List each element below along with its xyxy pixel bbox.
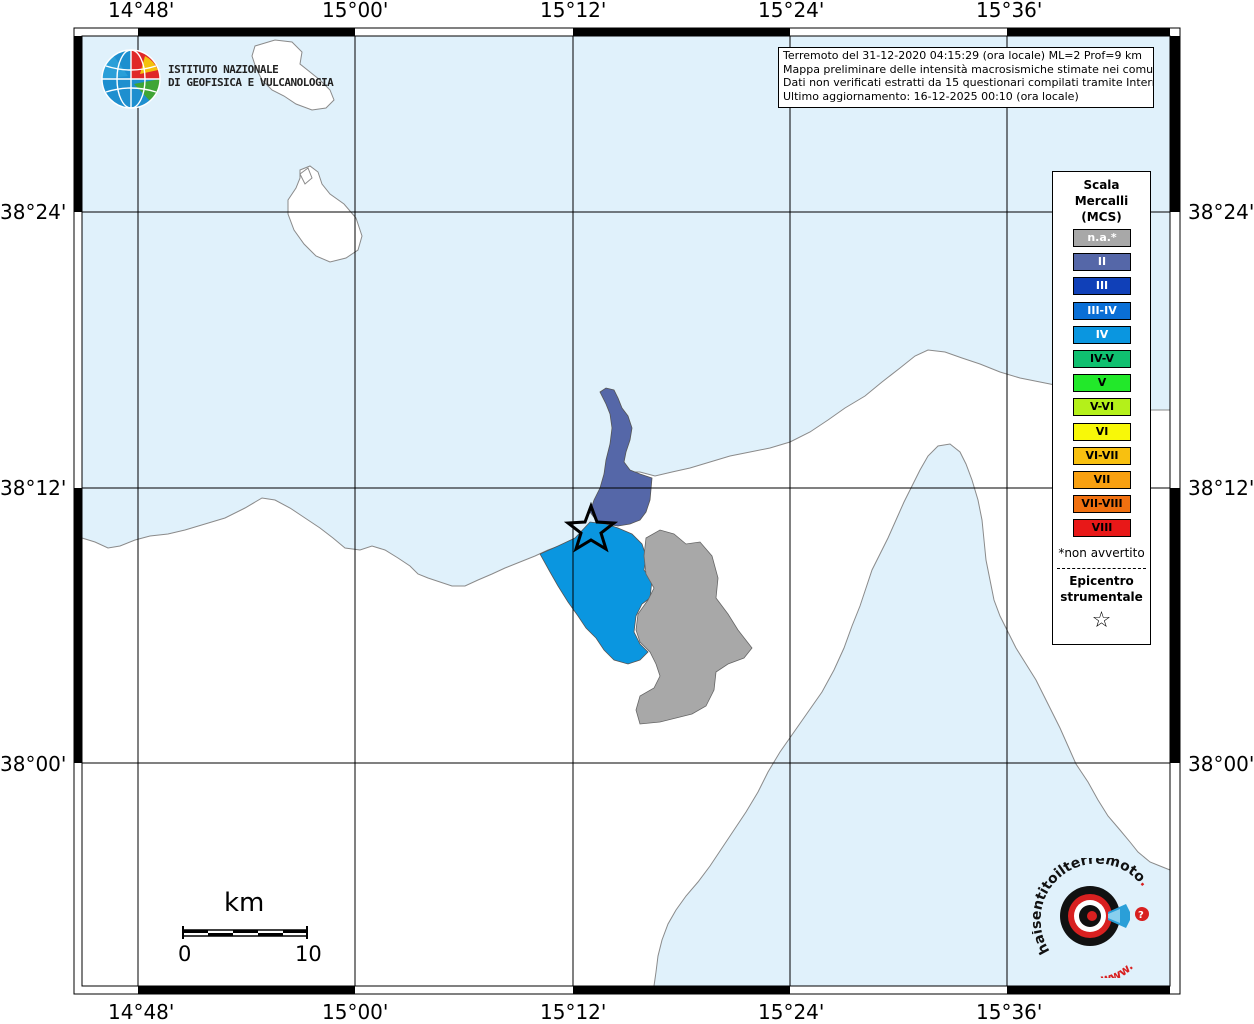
globe-logo-icon (101, 49, 161, 109)
lon-label-top-3: 15°12' (540, 0, 607, 22)
legend-swatch-vi-vii: VI-VII (1073, 446, 1131, 465)
lat-label-left-1: 38°24' (0, 200, 67, 224)
legend-separator (1057, 568, 1146, 569)
frame-bar (1007, 986, 1170, 994)
ingv-name: ISTITUTO NAZIONALE DI GEOFISICA E VULCAN… (168, 63, 334, 89)
frame-bar (1170, 488, 1180, 763)
event-info-line1: Terremoto del 31-12-2020 04:15:29 (ora l… (783, 49, 1143, 62)
lat-label-left-3: 38°00' (0, 752, 67, 776)
frame-bar (1170, 36, 1180, 212)
frame-bar (138, 28, 355, 36)
scale-bar-graphic (182, 926, 308, 939)
frame-bar (1007, 28, 1170, 36)
hst-logo: ? haisentitoilterremoto.it www. (1032, 858, 1162, 978)
lon-label-bottom-5: 15°36' (976, 1000, 1043, 1024)
legend-swatch-v-vi: V-VI (1073, 398, 1131, 417)
legend-swatch-vii: VII (1073, 471, 1131, 489)
legend-swatch-v: V (1073, 374, 1131, 393)
legend-swatch-vi: VI (1073, 422, 1131, 441)
legend-title-2: Mercalli (1074, 194, 1129, 208)
event-info-line4: Ultimo aggiornamento: 16-12-2025 00:10 (… (783, 89, 1079, 103)
lon-label-bottom-1: 14°48' (108, 1000, 175, 1024)
frame-bar (74, 36, 82, 212)
lon-label-bottom-2: 15°00' (322, 1000, 389, 1024)
legend-swatch-n-a: n.a.* (1073, 229, 1131, 247)
hst-prefix: www. (1099, 959, 1135, 978)
legend-epicenter-label: Epicentro strumentale (1053, 573, 1150, 605)
lon-label-top-4: 15°24' (758, 0, 825, 22)
lat-label-right-2: 38°12' (1188, 476, 1254, 500)
lat-label-right-3: 38°00' (1188, 752, 1254, 776)
frame-bar (138, 986, 355, 994)
lon-label-top-2: 15°00' (322, 0, 389, 22)
legend-swatch-vii-viii: VII-VIII (1073, 495, 1131, 514)
svg-text:haisentitoilterremoto.it: haisentitoilterremoto.it (1032, 858, 1152, 957)
scale-end-label: 10 (295, 942, 322, 966)
lon-label-top-5: 15°36' (976, 0, 1043, 22)
frame-bar (74, 488, 82, 763)
hst-text: haisentitoilterremoto (1032, 858, 1148, 957)
ingv-line2: DI GEOFISICA E VULCANOLOGIA (168, 76, 334, 89)
scale-start-label: 0 (178, 942, 192, 966)
legend-note: *non avvertito (1058, 546, 1145, 560)
event-info-line3: Dati non verificati estratti da 15 quest… (783, 76, 1154, 89)
ingv-line1: ISTITUTO NAZIONALE (168, 63, 279, 76)
legend-title-3: (MCS) (1081, 210, 1122, 224)
ingv-logo: ISTITUTO NAZIONALE DI GEOFISICA E VULCAN… (100, 48, 360, 110)
lon-label-top-1: 14°48' (108, 0, 175, 22)
svg-text:www.: www. (1099, 959, 1135, 978)
frame-bar (573, 986, 790, 994)
legend-epicenter-line1: Epicentro (1069, 574, 1134, 588)
lon-label-bottom-3: 15°12' (540, 1000, 607, 1024)
legend-swatch-iv: IV (1073, 325, 1131, 344)
legend-swatch-viii: VIII (1073, 519, 1131, 538)
scale-unit: km (224, 888, 265, 918)
frame-bar (573, 28, 790, 36)
lon-label-bottom-4: 15°24' (758, 1000, 825, 1024)
legend-swatch-iii: III (1073, 277, 1131, 296)
event-info-line2: Mappa preliminare delle intensità macros… (783, 62, 1154, 76)
legend-star-icon: ☆ (1091, 608, 1112, 633)
lat-label-left-2: 38°12' (0, 476, 67, 500)
scale-bar: km 0 10 (178, 888, 328, 970)
legend-title-1: Scala (1083, 178, 1120, 192)
mercalli-legend: Scala Mercalli (MCS) n.a.* II III III-IV IV I… (1052, 171, 1151, 645)
legend-epicenter-line2: strumentale (1060, 590, 1143, 604)
legend-swatch-iv-v: IV-V (1073, 350, 1131, 368)
legend-swatch-ii: II (1073, 253, 1131, 272)
event-info-box: Terremoto del 31-12-2020 04:15:29 (ora l… (778, 47, 1154, 108)
hst-text-arc: haisentitoilterremoto.it www. (1032, 858, 1152, 978)
legend-title: Scala Mercalli (MCS) (1053, 177, 1150, 225)
lat-label-right-1: 38°24' (1188, 200, 1254, 224)
legend-swatch-iii-iv: III-IV (1073, 301, 1131, 320)
